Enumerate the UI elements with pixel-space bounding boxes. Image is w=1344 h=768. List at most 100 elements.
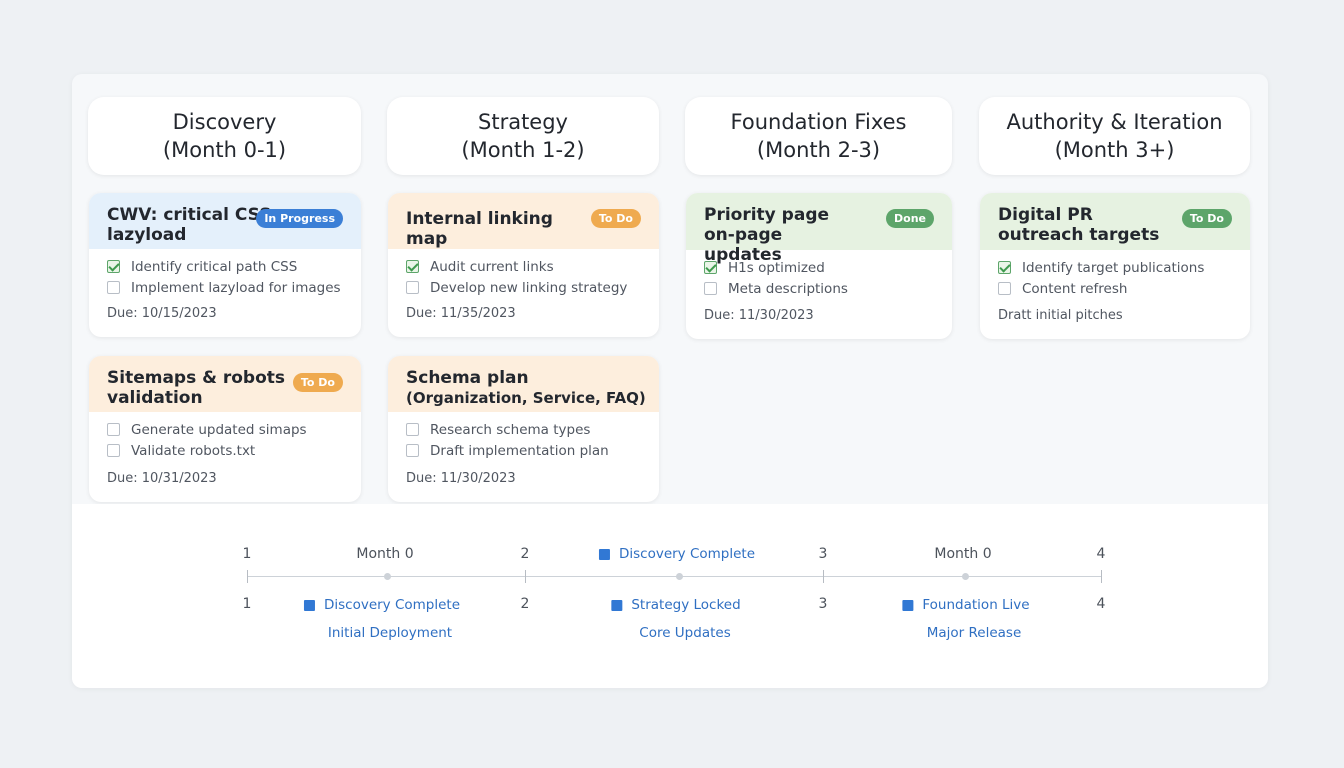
task-card-priority-page[interactable]: Priority page on-page updates Done H1s o… bbox=[686, 193, 952, 339]
status-badge: To Do bbox=[1181, 209, 1232, 228]
checkbox[interactable] bbox=[406, 281, 419, 294]
timeline-bottom-number: 2 bbox=[520, 596, 530, 612]
timeline-milestone[interactable]: Discovery Complete bbox=[303, 597, 461, 613]
column-subtitle: (Month 0-1) bbox=[162, 138, 287, 162]
timeline-milestone[interactable]: Foundation Live bbox=[902, 597, 1030, 613]
due-date: Due: 11/30/2023 bbox=[406, 471, 516, 486]
checkbox-checked[interactable] bbox=[107, 260, 120, 273]
milestone-label: Discovery Complete bbox=[618, 546, 756, 562]
card-subtitle: (Organization, Service, FAQ) bbox=[406, 389, 646, 407]
column-header-strategy: Strategy (Month 1-2) bbox=[387, 97, 659, 175]
due-date: Due: 11/35/2023 bbox=[406, 306, 516, 321]
milestone-label: Discovery Complete bbox=[323, 597, 461, 613]
release-label: Major Release bbox=[926, 625, 1022, 641]
card-header: Priority page on-page updates Done bbox=[686, 193, 952, 265]
timeline-top-label: 3 bbox=[818, 546, 828, 562]
checklist: Identify critical path CSS Implement laz… bbox=[89, 249, 361, 298]
timeline-milestone[interactable]: Strategy Locked bbox=[611, 597, 741, 613]
timeline-top-label: 1 bbox=[242, 546, 252, 562]
checkbox[interactable] bbox=[406, 423, 419, 436]
column-subtitle: (Month 3+) bbox=[1054, 138, 1175, 162]
milestone-label: Strategy Locked bbox=[631, 597, 741, 613]
timeline-dot bbox=[962, 573, 969, 580]
task-card-cwv[interactable]: CWV: critical CSS + lazyload In Progress… bbox=[89, 193, 361, 337]
timeline-top-label: 4 bbox=[1096, 546, 1106, 562]
column-title: Foundation Fixes bbox=[730, 110, 907, 134]
checklist-item-label: Content refresh bbox=[1022, 280, 1128, 297]
checkbox[interactable] bbox=[107, 423, 120, 436]
card-note: Dratt initial pitches bbox=[998, 308, 1123, 323]
timeline-top-label: Month 0 bbox=[356, 546, 414, 562]
card-title: Priority page on-page updates bbox=[704, 205, 830, 265]
timeline-tick bbox=[247, 570, 248, 583]
task-card-internal-linking[interactable]: Internal linking map To Do Audit current… bbox=[388, 193, 659, 337]
task-card-sitemaps[interactable]: Sitemaps & robots validation To Do Gener… bbox=[89, 356, 361, 502]
card-header: Internal linking map To Do bbox=[388, 193, 659, 249]
checklist: Identify target publications Content ref… bbox=[980, 250, 1250, 299]
milestone-square-icon bbox=[303, 599, 315, 611]
release-label: Core Updates bbox=[639, 625, 731, 641]
card-title: Sitemaps & robots validation bbox=[107, 368, 286, 408]
checkbox[interactable] bbox=[406, 444, 419, 457]
checklist-item[interactable]: Generate updated simaps bbox=[107, 419, 343, 440]
milestone-label: Foundation Live bbox=[922, 597, 1030, 613]
due-date: Due: 10/15/2023 bbox=[107, 306, 217, 321]
task-card-schema-plan[interactable]: Schema plan (Organization, Service, FAQ)… bbox=[388, 356, 659, 502]
column-title: Strategy bbox=[478, 110, 568, 134]
column-title: Authority & Iteration bbox=[1006, 110, 1223, 134]
column-subtitle: (Month 2-3) bbox=[756, 138, 881, 162]
card-header: Schema plan (Organization, Service, FAQ) bbox=[388, 356, 659, 412]
checkbox[interactable] bbox=[704, 282, 717, 295]
checklist-item[interactable]: Content refresh bbox=[998, 278, 1232, 299]
checklist-item-label: Draft implementation plan bbox=[430, 442, 609, 459]
checklist-item[interactable]: Identify critical path CSS bbox=[107, 256, 343, 277]
checklist-item[interactable]: Implement lazyload for images bbox=[107, 277, 343, 298]
checklist-item-label: Research schema types bbox=[430, 421, 591, 438]
column-subtitle: (Month 1-2) bbox=[461, 138, 585, 162]
card-header: Sitemaps & robots validation To Do bbox=[89, 356, 361, 412]
checklist: Research schema types Draft implementati… bbox=[388, 412, 659, 461]
checklist-item-label: Identify critical path CSS bbox=[131, 258, 298, 275]
milestone-square-icon bbox=[611, 599, 623, 611]
column-header-authority-iteration: Authority & Iteration (Month 3+) bbox=[979, 97, 1250, 175]
task-card-digital-pr[interactable]: Digital PR outreach targets To Do Identi… bbox=[980, 193, 1250, 339]
timeline-dot bbox=[384, 573, 391, 580]
checkbox[interactable] bbox=[998, 282, 1011, 295]
timeline-tick bbox=[525, 570, 526, 583]
checklist-item-label: Meta descriptions bbox=[728, 280, 848, 297]
card-header: Digital PR outreach targets To Do bbox=[980, 193, 1250, 250]
column-title: Discovery bbox=[172, 110, 277, 134]
card-title: Digital PR outreach targets bbox=[998, 205, 1160, 245]
checkbox-checked[interactable] bbox=[704, 261, 717, 274]
checklist-item-label: Implement lazyload for images bbox=[131, 279, 341, 296]
timeline-dot bbox=[676, 573, 683, 580]
column-header-foundation-fixes: Foundation Fixes (Month 2-3) bbox=[685, 97, 952, 175]
timeline-bottom-number: 1 bbox=[242, 596, 252, 612]
card-title: Schema plan bbox=[406, 368, 529, 388]
status-badge: To Do bbox=[590, 209, 641, 228]
timeline-top-label: Month 0 bbox=[934, 546, 992, 562]
due-date: Due: 11/30/2023 bbox=[704, 308, 814, 323]
checklist-item[interactable]: Audit current links bbox=[406, 256, 641, 277]
checklist-item[interactable]: Develop new linking strategy bbox=[406, 277, 641, 298]
checklist-item[interactable]: Validate robots.txt bbox=[107, 440, 343, 461]
checklist-item[interactable]: Identify target publications bbox=[998, 257, 1232, 278]
checkbox-checked[interactable] bbox=[406, 260, 419, 273]
timeline-tick bbox=[1101, 570, 1102, 583]
checkbox[interactable] bbox=[107, 444, 120, 457]
checklist-item[interactable]: Draft implementation plan bbox=[406, 440, 641, 461]
timeline-bottom-number: 3 bbox=[818, 596, 828, 612]
column-header-discovery: Discovery (Month 0-1) bbox=[88, 97, 361, 175]
milestone-square-icon bbox=[598, 548, 610, 560]
timeline: 1 Month 0 2 Discovery Complete 3 Month 0… bbox=[72, 504, 1268, 688]
milestone-square-icon bbox=[902, 599, 914, 611]
due-date: Due: 10/31/2023 bbox=[107, 471, 217, 486]
timeline-top-milestone[interactable]: Discovery Complete bbox=[598, 546, 756, 562]
checkbox-checked[interactable] bbox=[998, 261, 1011, 274]
checkbox[interactable] bbox=[107, 281, 120, 294]
checklist-item[interactable]: Meta descriptions bbox=[704, 278, 934, 299]
checklist-item[interactable]: Research schema types bbox=[406, 419, 641, 440]
status-badge: In Progress bbox=[256, 209, 343, 228]
release-label: Initial Deployment bbox=[327, 625, 453, 641]
timeline-axis bbox=[247, 576, 1102, 577]
